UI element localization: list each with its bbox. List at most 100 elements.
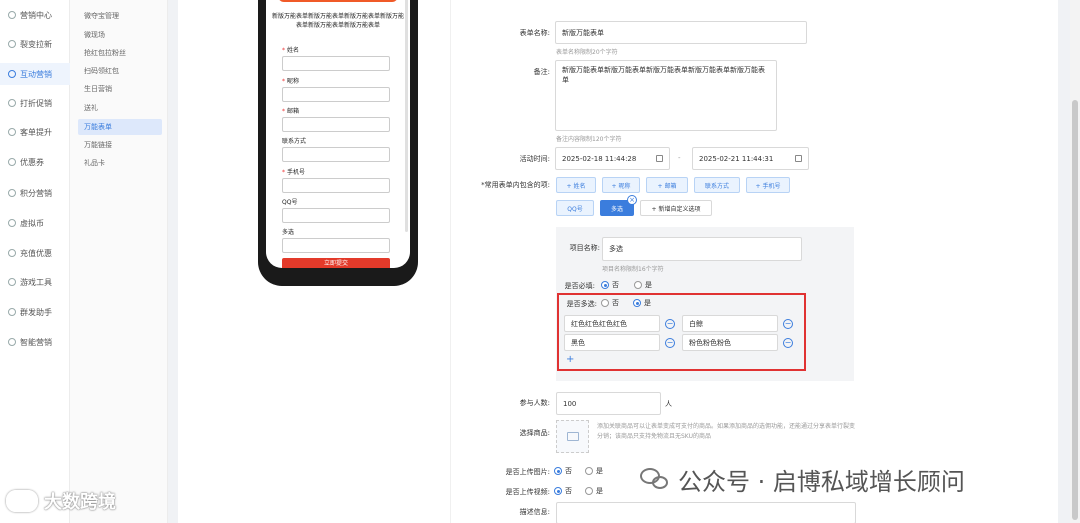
preview-field-input[interactable] [282,117,390,132]
start-time-picker[interactable]: 2025-02-18 11:44:28 [555,147,670,170]
preview-field-input[interactable] [282,87,390,102]
item-name-hint: 项目名称限制16个字符 [602,266,664,273]
add-custom-option-button[interactable]: + 新增自定义选项 [640,200,712,216]
tag-phone[interactable]: + 手机号 [746,177,790,193]
sidebar-item-marketing-center[interactable]: 营销中心 [0,4,70,26]
form-name-input[interactable]: 新版万能表单 [555,21,807,44]
sidebar-item-label: 虚拟币 [20,218,44,228]
multi-yes-radio[interactable]: 是 [633,298,651,308]
option-input[interactable]: 黑色 [564,334,660,351]
preview-field-input[interactable] [282,238,390,253]
option-input[interactable]: 白鲸 [682,315,778,332]
preview-field-label: * 手机号 [282,169,306,176]
subnav-item[interactable]: 微夺宝管理 [78,8,162,24]
subnav-item[interactable]: 生日营销 [78,81,162,97]
upload-image-yes-radio[interactable]: 是 [585,466,603,476]
sidebar-item-order-boost[interactable]: 客单提升 [0,121,70,143]
tag-contact[interactable]: 联系方式 [694,177,740,193]
sidebar-item-smart-marketing[interactable]: 智能营销 [0,331,70,353]
watermark-right: 公众号 · 启博私域增长顾问 [640,462,965,497]
sidebar-item-coupon[interactable]: 优惠券 [0,151,70,173]
subnav-item-universal-form[interactable]: 万能表单 [78,119,162,135]
remove-option-icon[interactable]: − [665,338,675,348]
goods-upload[interactable] [556,420,589,453]
sidebar-item-fission[interactable]: 裂变拉新 [0,33,70,55]
tag-nickname[interactable]: + 昵称 [602,177,640,193]
order-icon [8,128,16,136]
sidebar-item-label: 群发助手 [20,307,52,317]
coupon-icon [8,158,16,166]
participants-input[interactable]: 100 [556,392,661,415]
upload-video-yes-radio[interactable]: 是 [585,486,603,496]
sidebar-item-label: 营销中心 [20,10,52,20]
subnav-item[interactable]: 礼品卡 [78,155,162,171]
preview-field-label: * 姓名 [282,47,300,54]
upload-video-label: 是否上传视频: [505,488,550,496]
upload-video-no-radio[interactable]: 否 [554,486,572,496]
preview-field-input[interactable] [282,208,390,223]
remove-option-icon[interactable]: − [783,338,793,348]
sidebar-item-label: 客单提升 [20,127,52,137]
sidebar-item-interactive[interactable]: 互动营销 [0,63,70,85]
multi-select-label: 是否多选: [566,300,597,308]
tag-qq[interactable]: QQ号 [556,200,594,216]
participants-label: 参与人数: [519,399,550,407]
sidebar-item-label: 积分营销 [20,188,52,198]
remark-textarea[interactable]: 新版万能表单新版万能表单新版万能表单新版万能表单新版万能表单 [555,60,777,131]
item-name-input[interactable]: 多选 [602,237,802,261]
subnav-item[interactable]: 扫码领红包 [78,63,162,79]
subnav-item[interactable]: 抢红包拉粉丝 [78,45,162,61]
subnav-item[interactable]: 微现场 [78,27,162,43]
option-input[interactable]: 红色红色红色红色 [564,315,660,332]
remove-option-icon[interactable]: − [783,319,793,329]
preview-submit-button[interactable]: 立即提交 [282,258,390,268]
tag-name[interactable]: + 姓名 [556,177,596,193]
scrollbar-thumb[interactable] [1072,100,1078,520]
fission-icon [8,40,16,48]
calendar-icon [795,155,802,162]
sidebar-item-label: 裂变拉新 [20,39,52,49]
phone-screen: 新版万能表单新版万能表单新版万能表单新版万能表单新版万能表单新版万能表单 * 姓名… [266,0,410,268]
description-input[interactable] [556,502,856,523]
sidebar-item-game-tools[interactable]: 游戏工具 [0,271,70,293]
preview-field-label: * 昵称 [282,78,300,85]
sidebar-item-label: 优惠券 [20,157,44,167]
page-scrollbar[interactable] [1070,0,1080,523]
preview-field-input[interactable] [282,56,390,71]
phone-preview: 新版万能表单新版万能表单新版万能表单新版万能表单新版万能表单新版万能表单 * 姓名… [258,0,418,286]
preview-field-input[interactable] [282,178,390,193]
image-icon [566,432,579,441]
required-yes-radio[interactable]: 是 [634,280,652,290]
participants-unit: 人 [665,400,672,408]
marketing-icon [8,11,16,19]
watermark-logo-icon [6,490,38,512]
broadcast-icon [8,308,16,316]
subnav-item[interactable]: 万能链接 [78,137,162,153]
subnav-item[interactable]: 送礼 [78,100,162,116]
required-label: 是否必填: [564,282,595,290]
preview-field-label: * 邮箱 [282,108,300,115]
sidebar-item-virtual-coin[interactable]: 虚拟币 [0,212,70,234]
sidebar-item-broadcast[interactable]: 群发助手 [0,301,70,323]
multi-no-radio[interactable]: 否 [601,298,619,308]
tag-email[interactable]: + 邮箱 [646,177,688,193]
primary-sidebar: 营销中心 裂变拉新 互动营销 打折促销 客单提升 优惠券 积分营销 虚拟币 充值… [0,0,70,523]
preview-field-input[interactable] [282,147,390,162]
add-option-icon[interactable]: + [566,354,574,365]
end-time-picker[interactable]: 2025-02-21 11:44:31 [692,147,809,170]
required-no-radio[interactable]: 否 [601,280,619,290]
recharge-icon [8,249,16,257]
secondary-sidebar: 微夺宝管理 微现场 抢红包拉粉丝 扫码领红包 生日营销 送礼 万能表单 万能链接… [70,0,168,523]
remove-option-icon[interactable]: − [665,319,675,329]
goods-label: 选择商品: [519,429,550,437]
option-input[interactable]: 粉色粉色粉色 [682,334,778,351]
tag-close-icon[interactable]: × [627,195,637,205]
wechat-icon [640,467,670,492]
form-name-label: 表单名称: [519,29,550,37]
upload-image-no-radio[interactable]: 否 [554,466,572,476]
sidebar-item-points[interactable]: 积分营销 [0,182,70,204]
sidebar-item-discount[interactable]: 打折促销 [0,92,70,114]
sidebar-item-recharge[interactable]: 充值优惠 [0,242,70,264]
remark-label: 备注: [533,68,550,76]
sidebar-item-label: 游戏工具 [20,277,52,287]
